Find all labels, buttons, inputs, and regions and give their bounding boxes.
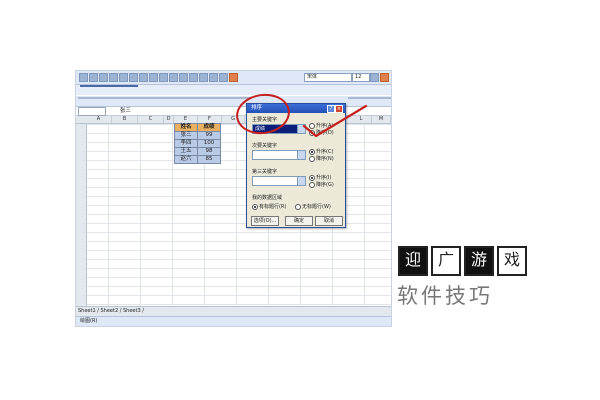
formula-input[interactable]: 张三 [120, 107, 131, 115]
watermark-char: 游 [464, 246, 494, 276]
cut-icon[interactable] [129, 73, 138, 82]
print-icon[interactable] [109, 73, 118, 82]
font-name-box[interactable]: 宋体 [304, 73, 352, 82]
radio-label: 无标题行(W) [302, 204, 331, 210]
zoom-icon[interactable] [219, 73, 228, 82]
sum-icon[interactable] [179, 73, 188, 82]
column-header[interactable]: F [198, 116, 222, 123]
sort-desc-icon[interactable] [199, 73, 208, 82]
toolbar-button-1[interactable] [78, 97, 114, 99]
redo-icon[interactable] [169, 73, 178, 82]
column-header[interactable]: B [112, 116, 138, 123]
watermark-char: 戏 [497, 246, 527, 276]
row-headers [76, 124, 87, 306]
annotation-check-mark [302, 104, 368, 138]
secondary-desc-radio[interactable]: 降序(N) [309, 155, 334, 162]
undo-icon[interactable] [159, 73, 168, 82]
sheet-tabs[interactable]: Sheet1 / Sheet2 / Sheet3 / [76, 306, 391, 316]
paste-icon[interactable] [149, 73, 158, 82]
chart-icon[interactable] [209, 73, 218, 82]
table-cell[interactable]: 98 [197, 147, 221, 156]
table-row: 张三 99 [174, 131, 221, 140]
name-box[interactable] [78, 107, 106, 116]
table-header-cell[interactable]: 姓名 [174, 123, 198, 132]
table-row: 赵六 85 [174, 155, 221, 164]
cancel-button[interactable]: 取消 [315, 216, 343, 226]
tertiary-desc-radio[interactable]: 降序(G) [309, 181, 334, 188]
fill-color-icon[interactable] [380, 73, 389, 82]
watermark-char: 广 [431, 246, 461, 276]
table-cell[interactable]: 李四 [174, 139, 198, 148]
table-cell[interactable]: 张三 [174, 131, 198, 140]
ok-button[interactable]: 确定 [285, 216, 313, 226]
toolbar-button-5[interactable] [348, 97, 391, 99]
chevron-down-icon[interactable] [297, 176, 306, 186]
save-icon[interactable] [99, 73, 108, 82]
header-row-radio[interactable]: 有标题行(R) [252, 203, 286, 210]
toolbar-button-3[interactable] [154, 97, 220, 99]
table-cell[interactable]: 100 [197, 139, 221, 148]
open-icon[interactable] [89, 73, 98, 82]
secondary-key-select[interactable] [252, 150, 306, 160]
watermark-logo: 迎 广 游 戏 软件技巧 [394, 238, 539, 328]
toolbar-tab-active[interactable] [80, 85, 138, 87]
drawing-toolbar: 绘图(R) [76, 316, 391, 326]
column-header[interactable]: M [372, 116, 391, 123]
table-cell[interactable]: 85 [197, 155, 221, 164]
draw-menu-button[interactable]: 绘图(R) [80, 318, 97, 324]
table-header-cell[interactable]: 成绩 [197, 123, 221, 132]
reviewing-toolbar [76, 85, 391, 95]
table-cell[interactable]: 王五 [174, 147, 198, 156]
radio-label: 有标题行(R) [259, 204, 287, 210]
table-header-row: 姓名 成绩 [174, 123, 221, 132]
table-row: 王五 98 [174, 147, 221, 156]
table-row: 李四 100 [174, 139, 221, 148]
bold-icon[interactable] [370, 73, 379, 82]
table-cell[interactable]: 赵六 [174, 155, 198, 164]
chevron-down-icon[interactable] [297, 150, 306, 160]
column-header[interactable]: A [86, 116, 112, 123]
toolbar-button-2[interactable] [112, 97, 156, 99]
secondary-key-label: 次要关键字 [252, 143, 278, 149]
font-size-box[interactable]: 12 [352, 73, 370, 82]
preview-icon[interactable] [119, 73, 128, 82]
copy-icon[interactable] [139, 73, 148, 82]
no-header-row-radio[interactable]: 无标题行(W) [295, 203, 331, 210]
score-table: 姓名 成绩 张三 99 李四 100 王五 98 赵六 85 [174, 123, 221, 164]
sort-asc-icon[interactable] [189, 73, 198, 82]
radio-label: 降序(G) [316, 182, 334, 188]
column-header[interactable]: D [164, 116, 174, 123]
options-button[interactable]: 选项(O)... [251, 216, 279, 226]
table-cell[interactable]: 99 [197, 131, 221, 140]
tertiary-key-label: 第三关键字 [252, 169, 278, 175]
new-icon[interactable] [79, 73, 88, 82]
help-icon[interactable] [229, 73, 238, 82]
column-header[interactable]: E [174, 116, 198, 123]
tertiary-key-select[interactable] [252, 176, 306, 186]
watermark-char: 迎 [398, 246, 428, 276]
column-header[interactable]: C [138, 116, 164, 123]
standard-toolbar: 宋体 12 [76, 71, 391, 85]
data-range-label: 我的数据区域 [252, 195, 283, 201]
watermark-subtitle: 软件技巧 [397, 284, 493, 308]
secondary-asc-radio[interactable]: 升序(C) [309, 148, 333, 155]
tertiary-asc-radio[interactable]: 升序(I) [309, 174, 331, 181]
radio-label: 降序(N) [316, 156, 334, 162]
